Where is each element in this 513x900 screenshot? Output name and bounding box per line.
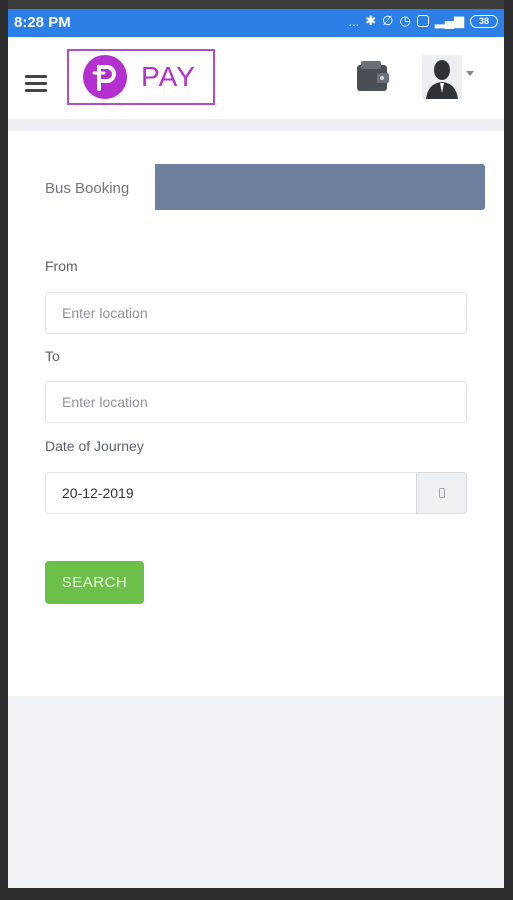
- date-field: [45, 472, 467, 514]
- booking-card: Bus Booking From To Date of Journey SEAR…: [8, 131, 504, 696]
- signal-icon: ▂▄▆: [434, 13, 464, 28]
- brand-logo[interactable]: PAY: [67, 49, 215, 105]
- breadcrumb: Bus Booking: [45, 180, 130, 197]
- backdrop-bottom: [0, 888, 513, 900]
- logo-p-icon: [83, 55, 127, 99]
- data-saver-icon: [416, 15, 429, 27]
- mute-icon: ∅: [382, 13, 394, 28]
- alarm-icon: ◷: [399, 13, 411, 28]
- bluetooth-icon: ✱: [365, 13, 377, 28]
- user-avatar-icon[interactable]: [422, 55, 462, 99]
- logo-text: PAY: [141, 61, 196, 92]
- app-screen: 8:28 PM ... ✱ ∅ ◷ ▂▄▆ 38 PAY Bus Booking…: [8, 9, 504, 888]
- date-input[interactable]: [45, 472, 416, 514]
- status-icons: ... ✱ ∅ ◷ ▂▄▆ 38: [348, 13, 498, 29]
- calendar-icon: [438, 488, 445, 498]
- calendar-button[interactable]: [416, 472, 467, 514]
- more-dots-icon: ...: [348, 13, 360, 29]
- date-label: Date of Journey: [45, 438, 144, 454]
- battery-level: 38: [478, 16, 489, 26]
- header-divider: [8, 119, 504, 131]
- status-time: 8:28 PM: [14, 14, 71, 31]
- from-input[interactable]: [45, 292, 467, 334]
- menu-icon[interactable]: [25, 75, 47, 92]
- from-label: From: [45, 258, 78, 274]
- wallet-icon[interactable]: [355, 59, 391, 93]
- breadcrumb-bar: [155, 164, 485, 210]
- chevron-down-icon[interactable]: [466, 71, 474, 76]
- battery-icon: 38: [470, 14, 498, 28]
- backdrop-right: [504, 0, 513, 900]
- to-input[interactable]: [45, 381, 467, 423]
- app-header: PAY: [8, 37, 504, 119]
- to-label: To: [45, 348, 60, 364]
- search-button[interactable]: SEARCH: [45, 561, 144, 604]
- backdrop-left: [0, 0, 8, 900]
- status-bar: 8:28 PM ... ✱ ∅ ◷ ▂▄▆ 38: [8, 9, 504, 37]
